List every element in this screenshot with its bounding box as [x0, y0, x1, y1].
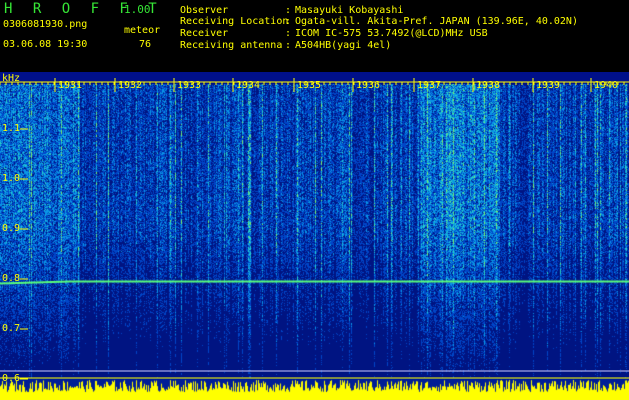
info-key-observer: Observer	[180, 5, 229, 16]
file-name: 0306081930.png	[3, 19, 88, 30]
info-value-observer: Masayuki Kobayashi	[295, 5, 404, 16]
meteor-label: meteor	[124, 25, 161, 36]
freq-tick-label: 0.9	[2, 223, 21, 234]
time-label: 1940	[594, 80, 619, 91]
info-value-location: Ogata-vill. Akita-Pref. JAPAN (139.96E, …	[295, 16, 578, 27]
time-label: 1934	[236, 80, 261, 91]
time-label: 1937	[417, 80, 442, 91]
time-label: 1936	[356, 80, 381, 91]
time-label: 1931	[58, 80, 83, 91]
freq-tick-label: 1.0	[2, 173, 21, 184]
freq-tick-label: 1.1	[2, 123, 21, 134]
meteor-count: 76	[139, 39, 152, 50]
freq-tick-label: 0.7	[2, 323, 21, 334]
freq-tick-label: 0.6	[2, 373, 21, 384]
time-label: 1933	[177, 80, 202, 91]
app-version: 1.00	[124, 3, 151, 16]
spectrogram-overlay	[0, 78, 629, 380]
time-label: 1932	[118, 80, 143, 91]
freq-tick-label: 0.8	[2, 273, 21, 284]
info-key-location: Receiving Location	[180, 16, 289, 27]
capture-datetime: 03.06.08 19:30	[3, 39, 88, 50]
header: H R O F F T 1.00 0306081930.png meteor 0…	[0, 0, 629, 72]
info-key-antenna: Receiving antenna	[180, 40, 283, 51]
time-label: 1938	[476, 80, 501, 91]
info-colon: :	[285, 16, 292, 27]
info-value-antenna: A504HB(yagi 4el)	[295, 40, 392, 51]
time-label: 1935	[297, 80, 322, 91]
spectrogram: kHz 1.1 1.0 0.9 0.8 0.7 0.6 1931 1932 19…	[0, 72, 629, 400]
info-colon: :	[285, 28, 292, 39]
info-colon: :	[285, 40, 292, 51]
frequency-unit: kHz	[2, 73, 21, 84]
info-value-receiver: ICOM IC-575 53.7492(@LCD)MHz USB	[295, 28, 488, 39]
info-colon: :	[285, 5, 292, 16]
info-key-receiver: Receiver	[180, 28, 229, 39]
time-label: 1939	[536, 80, 561, 91]
